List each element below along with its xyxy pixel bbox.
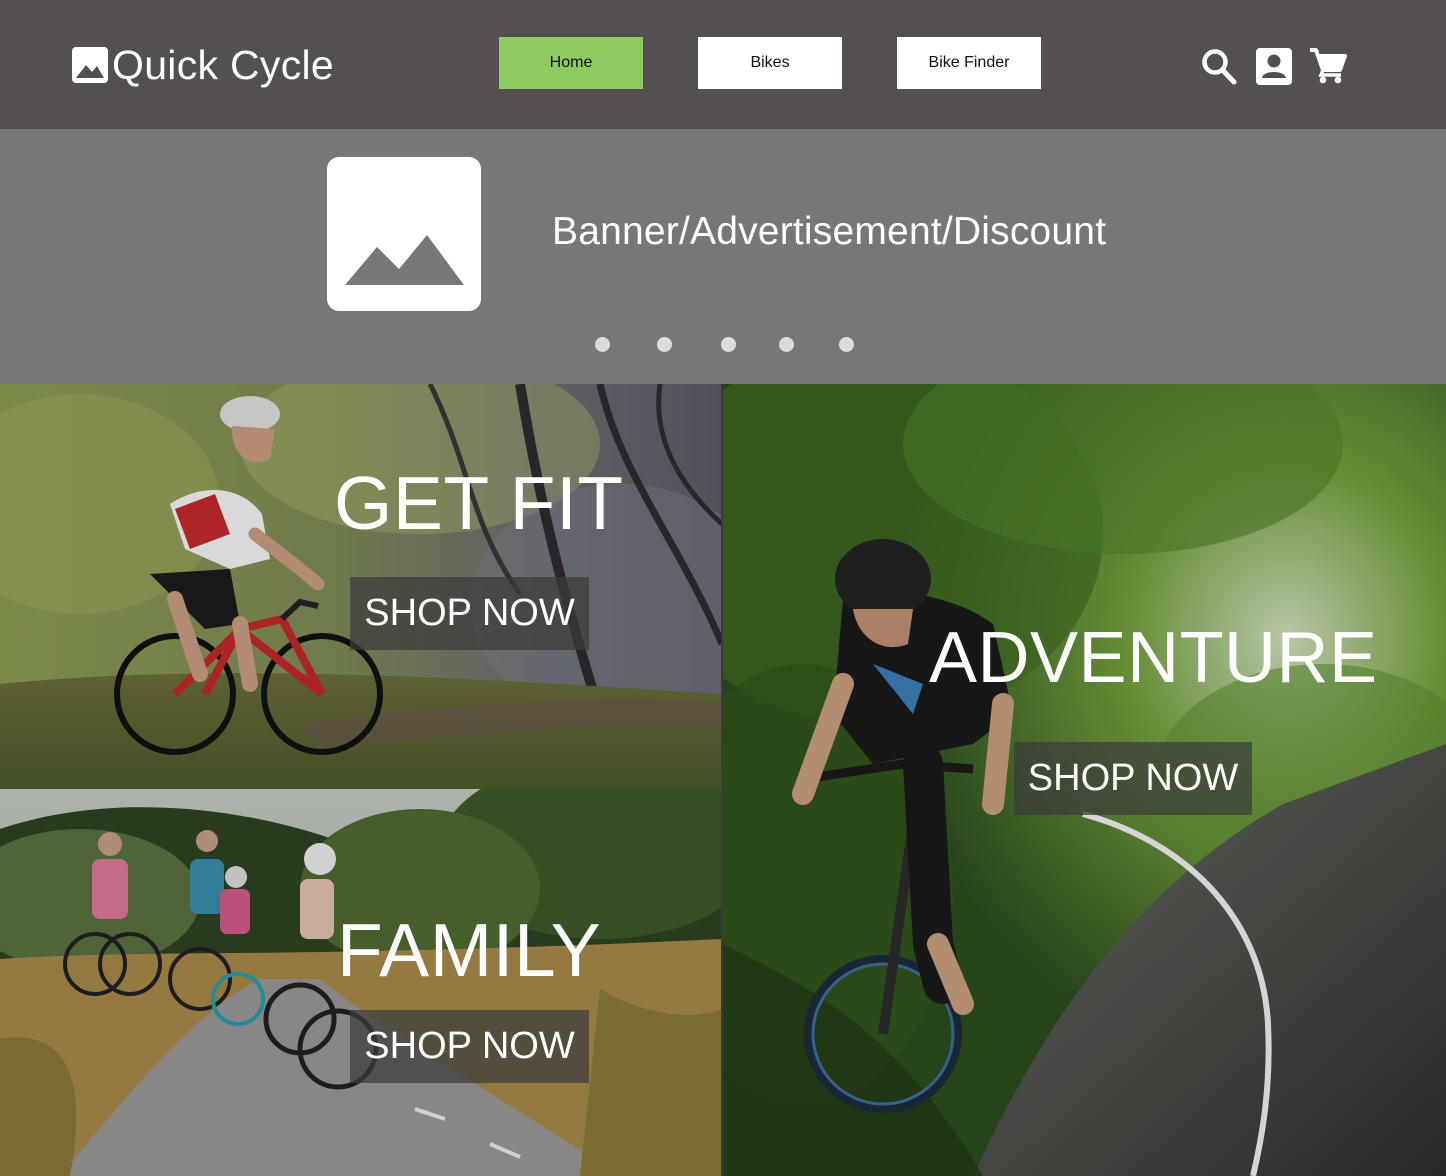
site-logo[interactable]: Quick Cycle <box>72 40 334 90</box>
site-header: Quick Cycle Home Bikes Bike Finder <box>0 0 1446 129</box>
promo-banner[interactable]: Banner/Advertisement/Discount <box>0 129 1446 384</box>
shop-now-button-adventure[interactable]: SHOP NOW <box>1014 742 1252 815</box>
carousel-dot[interactable] <box>721 337 736 352</box>
banner-text: Banner/Advertisement/Discount <box>552 210 1107 253</box>
site-logo-text: Quick Cycle <box>112 41 335 88</box>
carousel-dot[interactable] <box>657 337 672 352</box>
tile-title-family: FAMILY <box>337 908 602 992</box>
carousel-dot[interactable] <box>595 337 610 352</box>
nav-bike-finder-button[interactable]: Bike Finder <box>897 37 1041 89</box>
image-placeholder-icon <box>345 235 464 285</box>
shop-now-button-family[interactable]: SHOP NOW <box>350 1010 589 1083</box>
carousel-dot[interactable] <box>839 337 854 352</box>
shop-now-button-get-fit[interactable]: SHOP NOW <box>350 577 589 650</box>
account-icon[interactable] <box>1254 45 1294 87</box>
nav-bikes-button[interactable]: Bikes <box>698 37 842 89</box>
tile-title-adventure: ADVENTURE <box>929 618 1378 698</box>
banner-image <box>327 157 481 311</box>
image-placeholder-icon <box>72 47 108 83</box>
nav-home-button[interactable]: Home <box>499 37 643 89</box>
cart-icon[interactable] <box>1307 45 1347 85</box>
carousel-dot[interactable] <box>779 337 794 352</box>
tile-divider <box>721 384 723 1176</box>
tile-title-get-fit: GET FIT <box>334 461 624 545</box>
search-icon[interactable] <box>1200 47 1238 87</box>
